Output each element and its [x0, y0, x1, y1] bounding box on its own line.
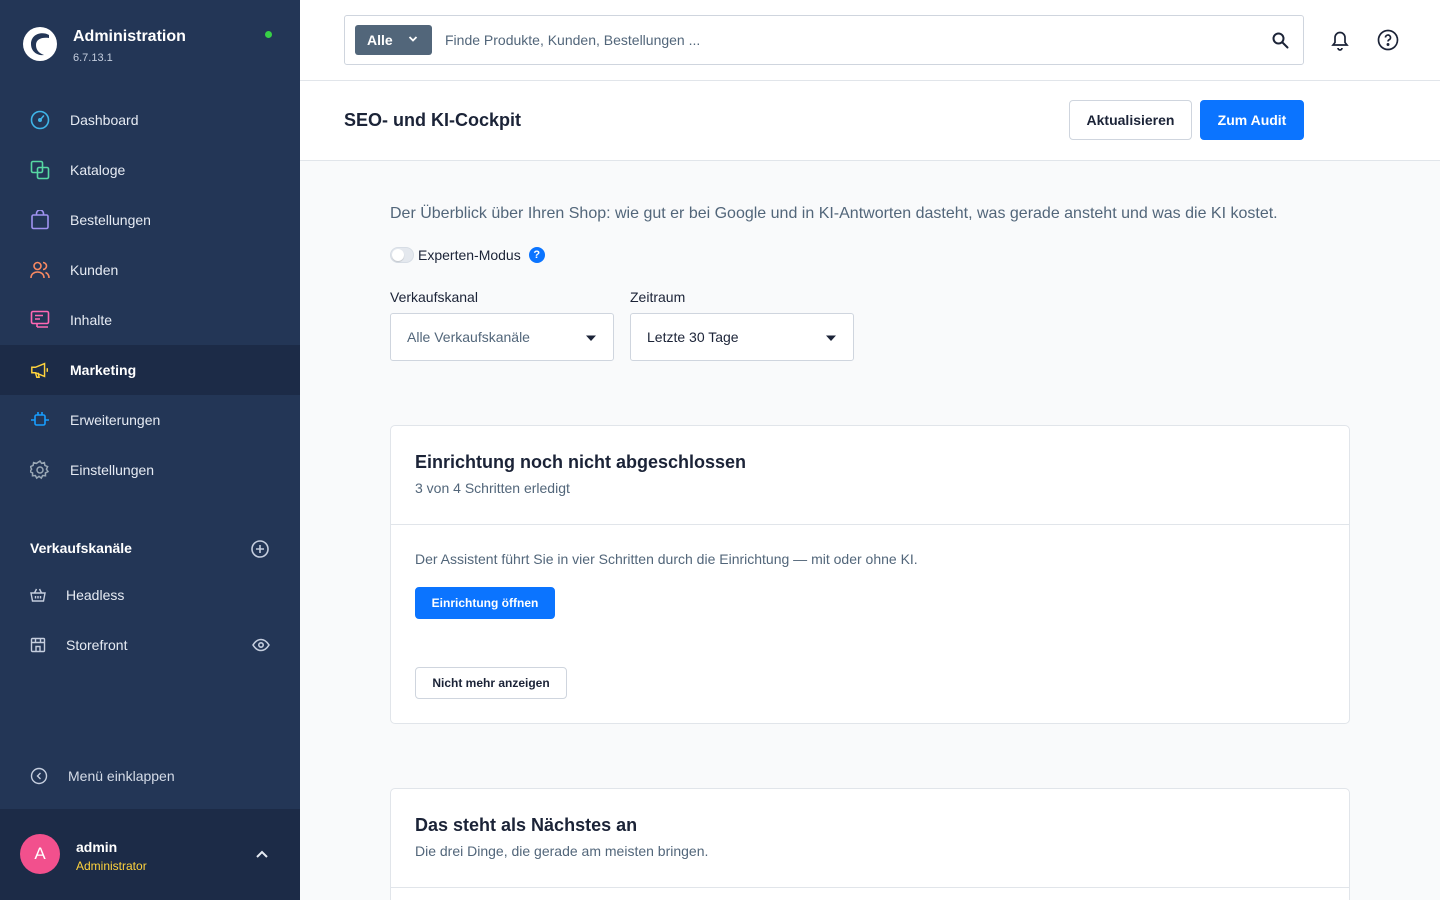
sidebar: Administration 6.7.13.1 Dashboard Katalo… [0, 0, 300, 900]
channel-select-value: Alle Verkaufskanäle [407, 329, 530, 345]
eye-icon[interactable] [252, 637, 270, 653]
sales-channel-item-storefront[interactable]: Storefront [30, 633, 270, 657]
add-circle-icon[interactable] [250, 539, 270, 559]
megaphone-icon [30, 360, 50, 380]
user-name: admin [76, 839, 118, 855]
chevron-down-icon [586, 335, 596, 341]
search-type-label: Alle [367, 32, 393, 48]
basket-icon [30, 588, 46, 602]
sidebar-item-customers[interactable]: Kunden [0, 245, 300, 295]
search-icon[interactable] [1271, 31, 1289, 49]
next-steps-card-subtitle: Die drei Dinge, die gerade am meisten br… [415, 843, 709, 859]
brand-version: 6.7.13.1 [73, 52, 113, 64]
sales-channel-item-headless[interactable]: Headless [30, 583, 270, 607]
gear-icon [30, 460, 50, 480]
help-badge-icon[interactable]: ? [528, 247, 545, 263]
setup-card-subtitle: 3 von 4 Schritten erledigt [415, 480, 570, 496]
sidebar-item-label: Dashboard [70, 112, 139, 128]
next-steps-card-title: Das steht als Nächstes an [415, 815, 638, 835]
smart-bar: SEO- und KI-Cockpit Aktualisieren Zum Au… [300, 81, 1440, 161]
sidebar-item-settings[interactable]: Einstellungen [0, 445, 300, 495]
sidebar-item-label: Kataloge [70, 162, 126, 178]
expert-mode-row: Experten-Modus ? [390, 245, 545, 265]
plugin-icon [30, 410, 50, 430]
sidebar-item-extensions[interactable]: Erweiterungen [0, 395, 300, 445]
search-input[interactable] [445, 28, 1225, 52]
next-steps-card-header: Das steht als Nächstes an Die drei Dinge… [391, 789, 1349, 888]
chevron-down-icon [826, 335, 836, 341]
expert-mode-toggle[interactable] [390, 247, 414, 263]
help-icon[interactable] [1376, 28, 1400, 52]
content-icon [30, 310, 50, 330]
sales-channel-label: Headless [66, 587, 125, 603]
dashboard-icon [30, 110, 50, 130]
next-steps-card: Das steht als Nächstes an Die drei Dinge… [390, 788, 1350, 900]
user-menu[interactable]: A admin Administrator [0, 809, 300, 900]
expert-mode-label: Experten-Modus [418, 247, 521, 263]
sales-channels-header: Verkaufskanäle [30, 538, 270, 560]
main-nav: Dashboard Kataloge Bestellungen Kunden I… [0, 95, 300, 495]
channel-filter-label: Verkaufskanal [390, 289, 478, 305]
status-indicator [265, 31, 272, 38]
intro-text: Der Überblick über Ihren Shop: wie gut e… [390, 205, 1278, 222]
sidebar-item-label: Kunden [70, 262, 119, 278]
toggle-knob [392, 249, 404, 261]
top-bar: Alle [300, 0, 1440, 81]
sales-channels-title: Verkaufskanäle [30, 540, 132, 556]
sidebar-item-label: Erweiterungen [70, 412, 161, 428]
chevron-down-icon [408, 36, 418, 42]
sidebar-item-label: Einstellungen [70, 462, 155, 478]
sidebar-item-catalogs[interactable]: Kataloge [0, 145, 300, 195]
period-filter-label: Zeitraum [630, 289, 686, 305]
refresh-button[interactable]: Aktualisieren [1069, 100, 1192, 140]
sidebar-item-content[interactable]: Inhalte [0, 295, 300, 345]
dismiss-button[interactable]: Nicht mehr anzeigen [415, 667, 567, 699]
sidebar-item-dashboard[interactable]: Dashboard [0, 95, 300, 145]
period-select[interactable]: Letzte 30 Tage [630, 313, 854, 361]
setup-card-header: Einrichtung noch nicht abgeschlossen 3 v… [391, 426, 1349, 525]
collapse-menu-button[interactable]: Menü einklappen [30, 766, 175, 786]
sidebar-item-marketing[interactable]: Marketing [0, 345, 300, 395]
sidebar-item-label: Inhalte [70, 312, 113, 328]
avatar: A [20, 834, 60, 874]
search-bar: Alle [344, 15, 1304, 65]
sidebar-item-label: Bestellungen [70, 212, 151, 228]
setup-card: Einrichtung noch nicht abgeschlossen 3 v… [390, 425, 1350, 724]
users-icon [30, 260, 50, 280]
brand-title: Administration [73, 28, 186, 45]
bell-icon[interactable] [1328, 28, 1352, 52]
page-title: SEO- und KI-Cockpit [344, 110, 521, 130]
storefront-icon [30, 637, 46, 653]
channel-select[interactable]: Alle Verkaufskanäle [390, 313, 614, 361]
chevron-up-icon[interactable] [254, 848, 270, 860]
collapse-menu-label: Menü einklappen [68, 768, 175, 784]
brand: Administration 6.7.13.1 [22, 22, 278, 70]
period-select-value: Letzte 30 Tage [647, 329, 739, 345]
open-setup-button[interactable]: Einrichtung öffnen [415, 587, 555, 619]
chevron-left-circle-icon [30, 767, 48, 785]
sidebar-item-label: Marketing [70, 362, 137, 378]
catalog-icon [30, 160, 50, 180]
sidebar-item-orders[interactable]: Bestellungen [0, 195, 300, 245]
shopware-logo-icon[interactable] [22, 26, 58, 62]
setup-card-title: Einrichtung noch nicht abgeschlossen [415, 452, 747, 472]
audit-button[interactable]: Zum Audit [1200, 100, 1304, 140]
setup-card-text: Der Assistent führt Sie in vier Schritte… [415, 551, 918, 567]
main-content: Der Überblick über Ihren Shop: wie gut e… [300, 161, 1440, 900]
shopping-bag-icon [30, 210, 50, 230]
search-type-select[interactable]: Alle [355, 25, 432, 55]
user-role: Administrator [76, 859, 147, 873]
sales-channel-label: Storefront [66, 637, 128, 653]
